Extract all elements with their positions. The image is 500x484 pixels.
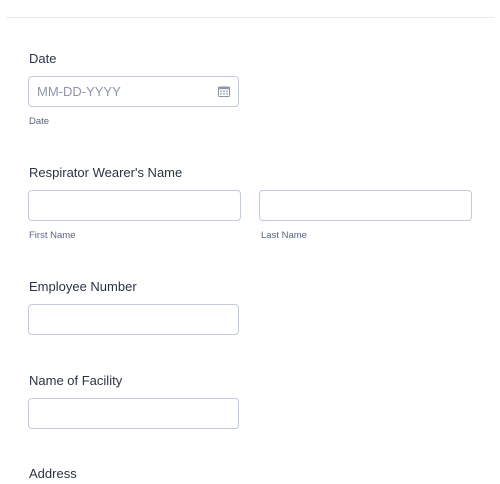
employee-number-label: Employee Number	[29, 279, 137, 294]
facility-input[interactable]	[28, 398, 239, 429]
address-label: Address	[29, 466, 77, 481]
last-name-sublabel: Last Name	[261, 230, 307, 241]
date-field[interactable]: MM-DD-YYYY	[28, 76, 239, 107]
date-label: Date	[29, 51, 57, 66]
date-placeholder: MM-DD-YYYY	[37, 84, 121, 99]
facility-label: Name of Facility	[29, 373, 123, 388]
last-name-input[interactable]	[259, 190, 472, 221]
employee-number-input[interactable]	[28, 304, 239, 335]
calendar-icon[interactable]	[218, 86, 230, 97]
first-name-input[interactable]	[28, 190, 241, 221]
first-name-sublabel: First Name	[29, 230, 76, 241]
wearer-name-label: Respirator Wearer's Name	[29, 165, 183, 180]
top-divider	[6, 17, 494, 18]
date-sublabel: Date	[29, 116, 50, 127]
